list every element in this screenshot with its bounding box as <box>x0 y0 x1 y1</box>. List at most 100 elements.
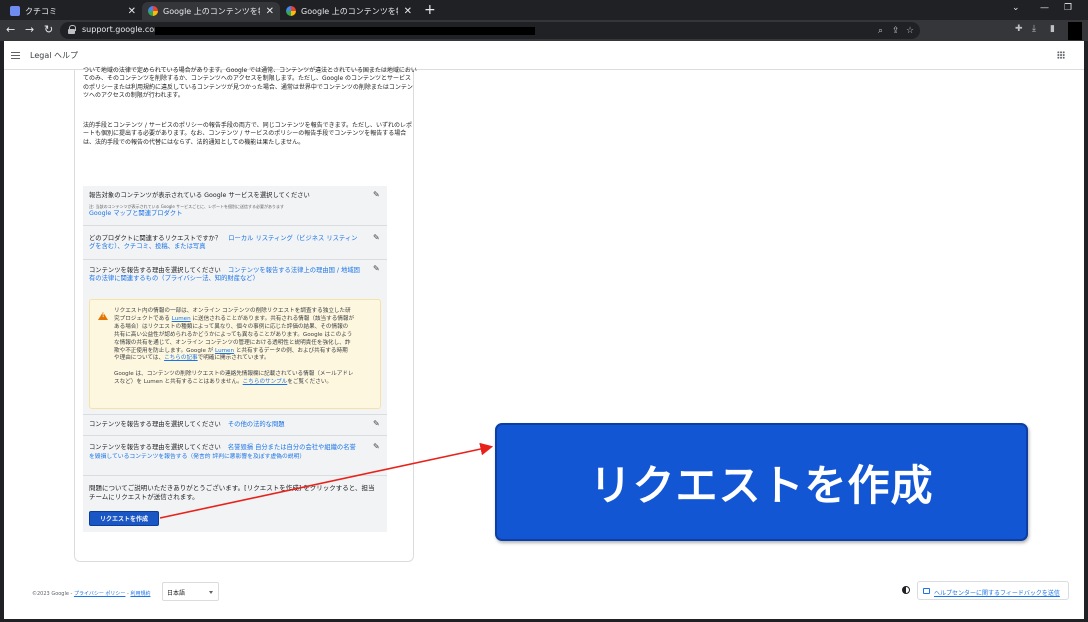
bookmark-star-icon[interactable]: ☆ <box>906 26 914 36</box>
tab-report-content-active[interactable]: Google 上のコンテンツを報告 - Legal ヘ ✕ <box>142 2 280 20</box>
step-answer: Google マップと関連プロダクト <box>89 210 183 217</box>
menu-icon[interactable] <box>11 52 20 59</box>
intro-paragraph: ついて地域の法律で定められている場合があります。Google では通常、コンテン… <box>83 67 417 99</box>
step-row: コンテンツを報告する理由を選択してください その他の法的な問題 <box>89 421 379 429</box>
footer-links: ©2023 Google - プライバシー ポリシー - 利用規約 <box>32 590 150 597</box>
warning-line: な情報の共有を通じて、オンライン コンテンツの管理における透明性と説明責任を強化… <box>114 339 351 346</box>
minimize-icon[interactable]: — <box>1040 3 1049 13</box>
side-panel-icon[interactable]: ▮ <box>1050 24 1055 34</box>
share-icon[interactable]: ⇪ <box>892 26 900 36</box>
browser-tab-strip: クチコミ ✕ Google 上のコンテンツを報告 - Legal ヘ ✕ Goo… <box>0 0 1088 20</box>
step-label: 報告対象のコンテンツが表示されている Google サービスを選択してください <box>89 192 310 199</box>
form-step-reason-3[interactable]: コンテンツを報告する理由を選択してください 名誉毀損 自分または自分の会社や組織… <box>83 436 387 476</box>
warning-line: ある場合）はリクエストの種類によって異なり、個々の事例に応じた評価の結果、その情… <box>114 323 349 330</box>
step-label: コンテンツを報告する理由を選択してください <box>89 267 221 274</box>
form-step-reason[interactable]: コンテンツを報告する理由を選択してください コンテンツを報告する法律上の理由国 … <box>83 260 387 294</box>
warning-line: 共有に高い公益性が認められるかどうかによっても異なることがあります。Google… <box>114 331 353 338</box>
sample-link[interactable]: こちらのサンプル <box>243 379 288 385</box>
close-icon[interactable]: ✕ <box>404 6 412 17</box>
redacted-profile <box>1068 22 1082 40</box>
edit-pencil-icon[interactable]: ✎ <box>373 420 381 428</box>
dark-mode-toggle-icon[interactable] <box>902 586 910 594</box>
warning-line: や理由については、こちらの記事で明確に開示されています。 <box>114 355 270 362</box>
chevron-down-icon <box>209 591 213 594</box>
close-icon[interactable]: ✕ <box>128 6 136 17</box>
warning-line: リクエスト内の情報の一部は、オンライン コンテンツの削除リクエストを調査する独立… <box>114 308 351 314</box>
tab-reviews[interactable]: クチコミ ✕ <box>4 2 142 20</box>
step-answer: コンテンツを報告する法律上の理由国 / 地域固 <box>227 267 360 274</box>
lock-icon[interactable] <box>68 25 76 34</box>
form-step-product[interactable]: どのプロダクトに関連するリクエストですか？ ローカル リスティング（ビジネス リ… <box>83 226 387 260</box>
tab-search-chevron-icon[interactable]: ⌄ <box>1012 3 1020 13</box>
step-answer: その他の法的な問題 <box>227 421 285 428</box>
tab-label: Google 上のコンテンツを報告 - Legal ヘ <box>163 6 260 16</box>
page-viewport: Legal ヘルプ ついて地域の法律で定められている場合があります。Google… <box>4 41 1084 619</box>
back-icon[interactable]: ← <box>6 23 15 36</box>
google-favicon-icon <box>286 6 296 16</box>
warning-line: スなど）を Lumen と共有することはありません。こちらのサンプルをご覧くださ… <box>114 379 380 387</box>
reload-icon[interactable]: ↻ <box>44 23 53 36</box>
step-label: どのプロダクトに関連するリクエストですか？ <box>89 235 222 242</box>
edit-pencil-icon[interactable]: ✎ <box>373 191 381 199</box>
edit-pencil-icon[interactable]: ✎ <box>373 443 381 451</box>
terms-link[interactable]: 利用規約 <box>130 591 150 597</box>
zoom-icon[interactable]: ⌕ <box>878 26 883 36</box>
footer-separator: - <box>127 591 129 597</box>
main-article: ついて地域の法律で定められている場合があります。Google では通常、コンテン… <box>74 67 417 562</box>
google-favicon-icon <box>148 6 158 16</box>
step-answer: 名誉毀損 自分または自分の会社や組織の名誉 <box>227 444 356 451</box>
warning-line: Google は、コンテンツの削除リクエストの連絡先情報欄に記載されている情報（… <box>114 371 354 377</box>
close-icon[interactable]: ✕ <box>266 6 274 17</box>
apps-grid-icon[interactable] <box>1057 51 1065 59</box>
submit-explanation: 問題についてご説明いただきありがとうございます。[リクエストを作成] をクリック… <box>89 484 375 501</box>
warning-text: スなど）を Lumen と共有することはありません。 <box>114 378 243 385</box>
edit-pencil-icon[interactable]: ✎ <box>373 265 381 273</box>
download-icon[interactable]: ⤓ <box>1032 24 1036 34</box>
app-header: Legal ヘルプ <box>4 41 1084 70</box>
warning-text: をご覧ください。 <box>287 378 333 385</box>
page-title[interactable]: Legal ヘルプ <box>30 50 78 61</box>
form-step-service[interactable]: 報告対象のコンテンツが表示されている Google サービスを選択してください … <box>83 186 387 226</box>
step-row: コンテンツを報告する理由を選択してください コンテンツを報告する法律上の理由国 … <box>89 267 379 275</box>
lumen-link[interactable]: Lumen <box>215 348 234 354</box>
submit-section: 問題についてご説明いただきありがとうございます。[リクエストを作成] をクリック… <box>83 478 387 532</box>
page-footer: ©2023 Google - プライバシー ポリシー - 利用規約 日本語 ヘル… <box>4 581 1084 617</box>
warning-icon <box>98 312 108 320</box>
restore-icon[interactable]: ❐ <box>1064 3 1072 13</box>
tab-label: クチコミ <box>25 6 57 16</box>
new-tab-icon[interactable]: + <box>424 2 436 18</box>
extensions-icon[interactable]: ✚ <box>1015 24 1023 34</box>
warning-paragraph-2: Google は、コンテンツの削除リクエストの連絡先情報欄に記載されている情報（… <box>114 371 380 387</box>
step-label: コンテンツを報告する理由を選択してください <box>89 444 221 451</box>
form-step-reason-2[interactable]: コンテンツを報告する理由を選択してください その他の法的な問題 ✎ <box>83 414 387 436</box>
step-answer-cont: を毀損しているコンテンツを報告する（発言的 評判に悪影響を及ぼす虚偽の説明） <box>89 454 306 460</box>
lumen-warning-box: リクエスト内の情報の一部は、オンライン コンテンツの削除リクエストを調査する独立… <box>89 299 381 409</box>
step-row: コンテンツを報告する理由を選択してください 名誉毀損 自分または自分の会社や組織… <box>89 444 379 452</box>
privacy-policy-link[interactable]: プライバシー ポリシー <box>74 591 126 597</box>
step-label: コンテンツを報告する理由を選択してください <box>89 421 221 428</box>
feedback-label: ヘルプセンターに関するフィードバックを送信 <box>934 590 1060 597</box>
warning-paragraph: リクエスト内の情報の一部は、オンライン コンテンツの削除リクエストを調査する独立… <box>114 308 380 363</box>
create-request-button[interactable]: リクエストを作成 <box>89 511 159 526</box>
language-value: 日本語 <box>167 590 186 597</box>
step-row: どのプロダクトに関連するリクエストですか？ ローカル リスティング（ビジネス リ… <box>89 235 379 243</box>
site-favicon-icon <box>10 6 20 16</box>
edit-pencil-icon[interactable]: ✎ <box>373 234 381 242</box>
forward-icon[interactable]: → <box>25 23 34 36</box>
url-text[interactable]: support.google.com <box>82 25 162 34</box>
lumen-link[interactable]: Lumen <box>172 316 191 322</box>
copyright-text: ©2023 Google - <box>32 591 73 597</box>
step-answer: ローカル リスティング（ビジネス リスティン <box>228 235 358 242</box>
tab-report-content[interactable]: Google 上のコンテンツを報告 - Legal ヘ ✕ <box>280 2 418 20</box>
article-link[interactable]: こちらの記事 <box>164 355 198 361</box>
zoomed-button-label: リクエストを作成 <box>589 460 934 510</box>
address-bar[interactable]: support.google.com ⌕ ⇪ ☆ <box>60 22 920 39</box>
language-select[interactable]: 日本語 <box>162 582 219 601</box>
tab-label: Google 上のコンテンツを報告 - Legal ヘ <box>301 6 398 16</box>
redacted-url-path <box>155 27 535 35</box>
send-feedback-button[interactable]: ヘルプセンターに関するフィードバックを送信 <box>917 581 1069 600</box>
request-form: 報告対象のコンテンツが表示されている Google サービスを選択してください … <box>83 186 387 532</box>
feedback-icon <box>923 588 930 594</box>
step-answer-cont: グを含む）、クチコミ、投稿、または写真 <box>89 243 206 250</box>
second-paragraph: 法的手段とコンテンツ / サービスのポリシーの報告手段の両方で、同じコンテンツを… <box>83 122 412 146</box>
